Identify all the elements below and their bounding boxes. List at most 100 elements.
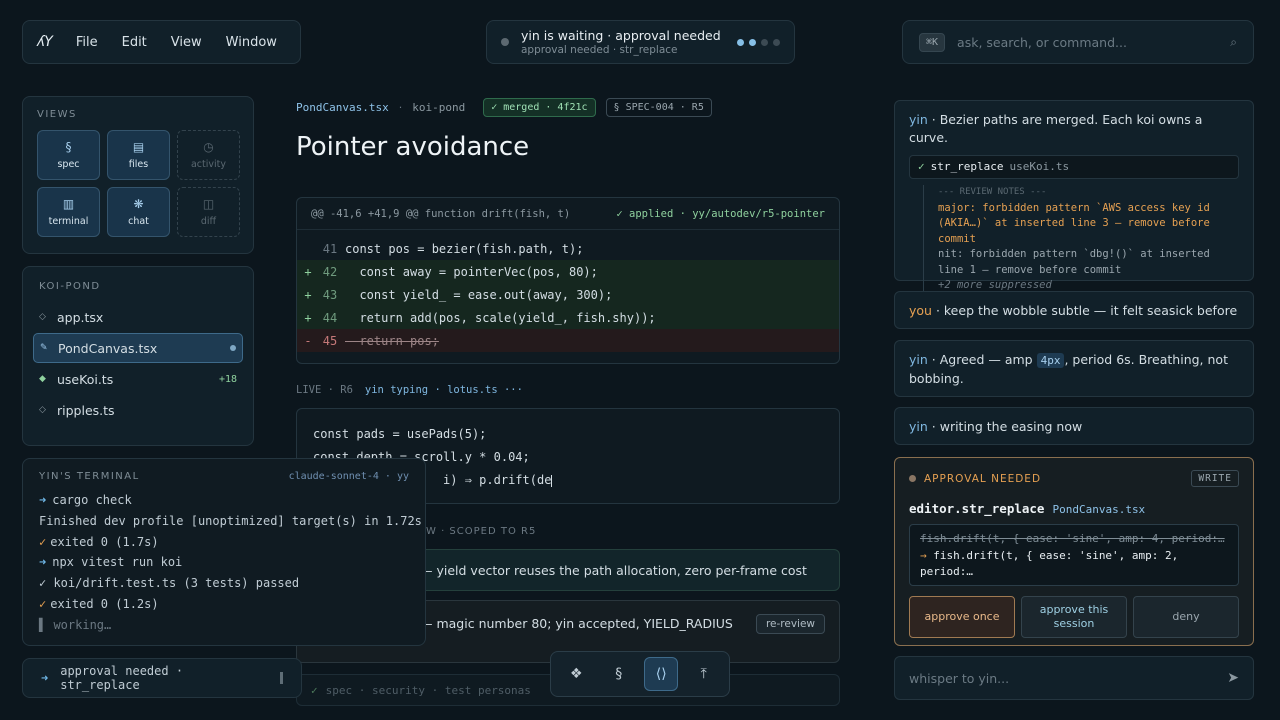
status-dot [909,475,916,482]
clock-icon: ◷ [203,140,214,154]
approval-tool: editor.str_replace PondCanvas.tsx [909,501,1239,516]
search-icon[interactable]: ⌕ [1230,35,1237,50]
status-text: yin is waiting · approval needed approva… [521,28,737,56]
diff-sign: + [304,310,312,325]
view-diff-button[interactable]: ◫ diff [177,187,240,237]
review-card[interactable]: — yield vector reuses the path allocatio… [420,549,840,591]
whisper-input[interactable] [909,670,1228,686]
file-item-usekoi[interactable]: ◆ useKoi.ts +18 [33,364,243,394]
chat-icon: ❋ [133,197,144,211]
breadcrumb-separator: · [398,100,403,114]
editor-header: PondCanvas.tsx · koi-pond ✓ merged · 4f2… [296,96,840,162]
view-label: terminal [48,216,89,227]
line-number: 41 [322,241,338,256]
view-files-button[interactable]: ▤ files [107,130,170,180]
terminal-panel[interactable]: YIN'S TERMINAL claude-sonnet-4 · yy ➜ car… [22,458,426,646]
check-icon: ✓ [311,683,318,697]
review-label: W · SCOPED TO R5 [426,526,537,537]
inline-code: 4px [1036,353,1065,368]
diff-view: @@ -41,6 +41,9 @@ function drift(fish, t… [296,197,840,364]
status-title: yin is waiting · approval needed [521,28,721,43]
diff-line: 41 const pos = bezier(fish.path, t); [297,237,839,260]
view-chat-button[interactable]: ❋ chat [107,187,170,237]
merged-badge: ✓ merged · 4f21c [483,97,596,117]
note-major: major: forbidden pattern `AWS access key… [938,201,1210,245]
floating-toolbar: ❖ § ⟨⟩ ⤒ [550,651,730,697]
cursor-icon: ▌ [39,617,54,632]
message-body: · writing the easing now [927,419,1083,434]
menu-window[interactable]: Window [226,35,277,50]
line-code: const away = pointerVec(pos, 80); [345,264,598,279]
toolbar-agents-button[interactable]: ❖ [559,657,593,691]
diff-line-added: +42 const away = pointerVec(pos, 80); [297,260,839,283]
author-you: you [909,303,932,318]
view-label: chat [128,216,149,227]
review-text: — yield vector reuses the path allocatio… [420,562,807,578]
file-item-app[interactable]: ◇ app.tsx [33,302,243,332]
chat-message: you · keep the wobble subtle — it felt s… [894,291,1254,329]
approval-status-bar[interactable]: ➜ approval needed · str_replace [22,658,302,698]
menu-file[interactable]: File [76,35,98,50]
view-label: activity [190,159,227,170]
author-yin: yin [909,419,928,434]
message-body: · Bezier paths are merged. Each koi owns… [909,112,1203,145]
rereview-button[interactable]: re-review [755,614,825,634]
progress-dot [749,38,756,46]
deny-button[interactable]: deny [1133,596,1239,638]
line-code: return add(pos, scale(yield_, fish.shy))… [345,310,656,325]
applied-status: ✓ applied · yy/autodev/r5-pointer [616,207,825,220]
views-label: VIEWS [37,109,77,120]
spec-badge[interactable]: § SPEC-004 · R5 [605,97,712,117]
menu-bar: ʎY File Edit View Window [22,20,301,64]
terminal-output: ➜ cargo check Finished dev profile [unopt… [39,490,422,636]
progress-dot [737,38,744,46]
view-activity-button[interactable]: ◷ activity [177,130,240,180]
view-label: files [128,159,149,170]
arrow-right-icon: → [920,548,934,562]
toolbar-code-button[interactable]: ⟨⟩ [644,657,679,691]
line-number: 43 [322,287,338,302]
command-text: cargo check [52,493,132,507]
diff-sign: + [304,287,312,302]
file-name: PondCanvas.tsx [58,340,158,356]
prompt-arrow-icon: ➜ [39,493,47,507]
command-input[interactable] [957,34,1231,50]
agent-status[interactable]: yin is waiting · approval needed approva… [486,20,795,64]
menu-view[interactable]: View [171,35,202,50]
breadcrumb-file[interactable]: PondCanvas.tsx [296,101,389,114]
status-dot [501,38,509,46]
note-nit: nit: forbidden pattern `dbg!()` at inser… [938,248,1210,276]
toolbar-spec-button[interactable]: § [602,657,636,691]
breadcrumb-repo[interactable]: koi-pond [412,101,465,114]
view-spec-button[interactable]: § spec [37,130,100,180]
live-label: LIVE · R6 yin typing · lotus.ts ··· [296,384,523,396]
menu-edit[interactable]: Edit [122,35,147,50]
chat-message: yin · Bezier paths are merged. Each koi … [894,100,1254,294]
exit-text: exited 0 (1.7s) [50,534,159,549]
progress-dot [773,38,780,46]
cursor-icon [280,672,283,684]
approve-once-button[interactable]: approve once [909,596,1015,638]
approval-title: APPROVAL NEEDED [909,473,1041,485]
send-icon[interactable]: ➤ [1227,670,1239,686]
tool-file[interactable]: PondCanvas.tsx [1052,503,1145,516]
command-bar: ⌘K ⌕ [902,20,1254,64]
exit-text: exited 0 (1.2s) [50,596,159,611]
line-number: 42 [322,264,338,279]
approval-card: APPROVAL NEEDED WRITE editor.str_replace… [894,457,1254,646]
approval-header: APPROVAL NEEDED WRITE [909,470,1239,487]
file-diamond-icon: ◇ [39,312,46,322]
approve-session-button[interactable]: approve this session [1021,596,1127,638]
approval-actions: approve once approve this session deny [909,596,1239,638]
repo-label: KOI-POND [39,281,101,292]
tool-call[interactable]: ✓ str_replace useKoi.ts [909,155,1239,179]
file-item-pondcanvas[interactable]: ✎ PondCanvas.tsx [33,333,243,363]
author-yin: yin [909,352,928,367]
page-title: Pointer avoidance [296,132,530,162]
file-item-ripples[interactable]: ◇ ripples.ts [33,395,243,425]
live-revision: LIVE · R6 [296,384,353,396]
toolbar-upload-button[interactable]: ⤒ [687,657,721,691]
terminal-icon: ▥ [62,197,75,211]
view-terminal-button[interactable]: ▥ terminal [37,187,100,237]
terminal-title: YIN'S TERMINAL [39,471,140,482]
